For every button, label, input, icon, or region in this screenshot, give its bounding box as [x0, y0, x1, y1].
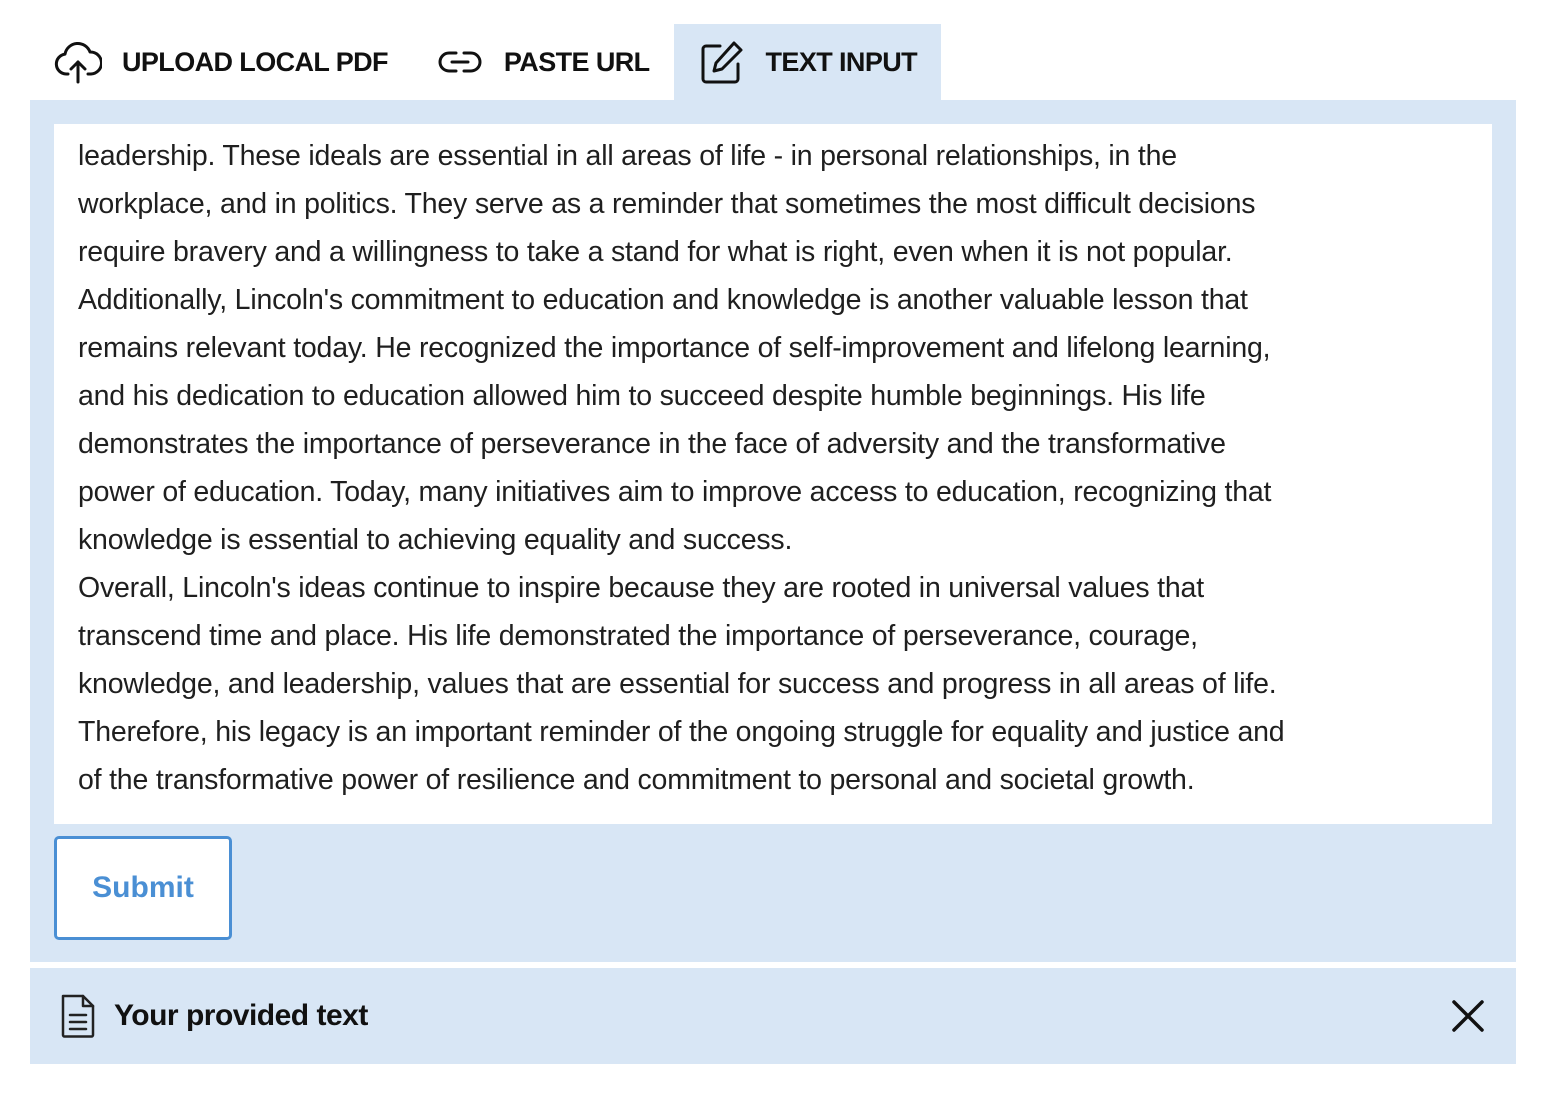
tab-label: TEXT INPUT	[765, 46, 918, 77]
input-mode-tabs: UPLOAD LOCAL PDF PASTE URL TEXT INPUT	[30, 24, 942, 100]
cloud-upload-icon	[54, 38, 102, 86]
text-line: Overall, Lincoln's ideas continue to ins…	[78, 572, 1204, 604]
provided-text-header[interactable]: Your provided text	[30, 968, 1516, 1064]
text-line: Therefore, his legacy is an important re…	[78, 716, 1285, 748]
text-line: of the transformative power of resilienc…	[78, 764, 1195, 796]
text-line: remains relevant today. He recognized th…	[78, 332, 1271, 364]
text-line: and his dedication to education allowed …	[78, 380, 1206, 412]
text-line: leadership. These ideals are essential i…	[78, 140, 1177, 172]
text-line: workplace, and in politics. They serve a…	[78, 188, 1256, 220]
tab-upload-local-pdf[interactable]: UPLOAD LOCAL PDF	[30, 24, 412, 100]
text-line: demonstrates the importance of persevera…	[78, 428, 1226, 460]
edit-icon	[698, 38, 746, 86]
text-input-panel: leadership. These ideals are essential i…	[30, 100, 1516, 962]
text-line: power of education. Today, many initiati…	[78, 476, 1272, 508]
tab-label: UPLOAD LOCAL PDF	[122, 46, 389, 77]
text-line: Additionally, Lincoln's commitment to ed…	[78, 284, 1248, 316]
document-icon	[58, 992, 98, 1040]
tab-text-input[interactable]: TEXT INPUT	[673, 24, 942, 100]
tab-label: PASTE URL	[503, 46, 650, 77]
link-icon	[436, 38, 484, 86]
text-line: transcend time and place. His life demon…	[78, 620, 1198, 652]
text-line: require bravery and a willingness to tak…	[78, 236, 1233, 268]
text-input-area[interactable]: leadership. These ideals are essential i…	[54, 124, 1492, 824]
close-icon[interactable]	[1450, 998, 1486, 1034]
submit-button[interactable]: Submit	[54, 836, 232, 940]
text-line: knowledge is essential to achieving equa…	[78, 524, 793, 556]
tab-paste-url[interactable]: PASTE URL	[412, 24, 674, 100]
text-line: knowledge, and leadership, values that a…	[78, 668, 1277, 700]
provided-text-title: Your provided text	[114, 999, 368, 1032]
